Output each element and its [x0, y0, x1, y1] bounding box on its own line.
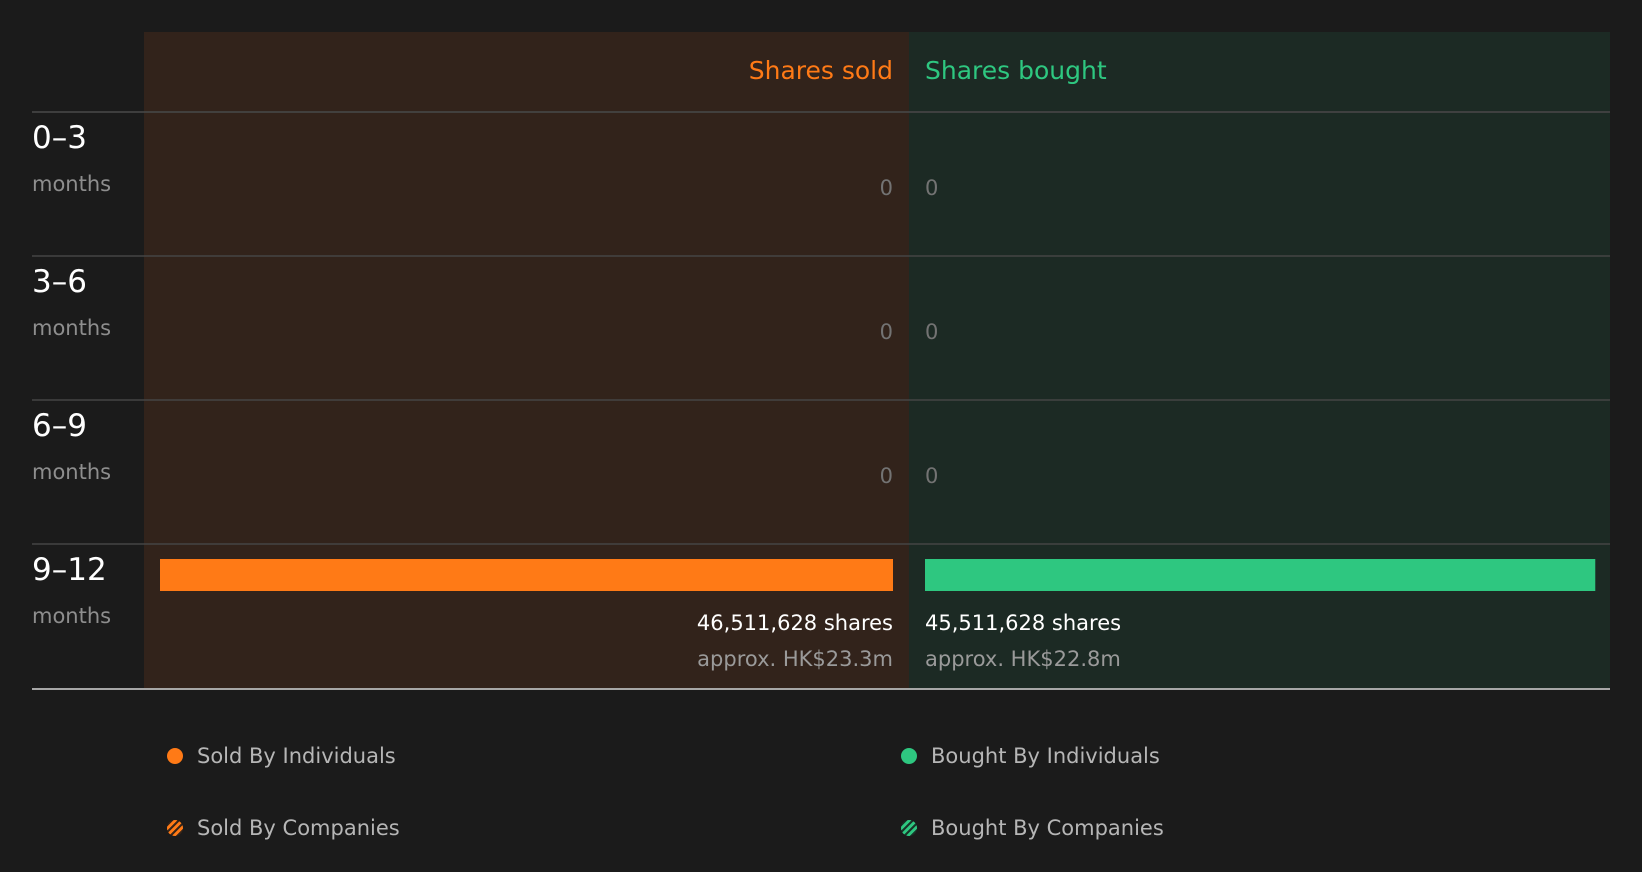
- bought-companies-hatch-icon: [901, 820, 917, 836]
- legend-item-sold-individuals: Sold By Individuals: [167, 741, 396, 771]
- sold-value-label: 46,511,628 shares: [697, 611, 893, 635]
- sold-companies-hatch-icon: [167, 820, 183, 836]
- row-period-label: 0–3: [32, 120, 87, 156]
- sold-bar: [160, 559, 893, 591]
- shares-bought-header: Shares bought: [925, 56, 1107, 85]
- bought-zero-label: 0: [925, 176, 938, 200]
- sold-approx-label: approx. HK$23.3m: [697, 647, 893, 671]
- shares-sold-header: Shares sold: [749, 56, 893, 85]
- bought-individuals-dot-icon: [901, 748, 917, 764]
- legend-item-bought-individuals: Bought By Individuals: [901, 741, 1160, 771]
- row-unit-label: months: [32, 604, 111, 628]
- legend-label: Bought By Individuals: [931, 744, 1160, 768]
- sold-zero-label: 0: [880, 320, 893, 344]
- legend-label: Bought By Companies: [931, 816, 1164, 840]
- legend-item-sold-companies: Sold By Companies: [167, 813, 400, 843]
- row-unit-label: months: [32, 316, 111, 340]
- legend-item-bought-companies: Bought By Companies: [901, 813, 1164, 843]
- sold-zero-label: 0: [880, 464, 893, 488]
- row-period-label: 6–9: [32, 408, 87, 444]
- bought-bar: [925, 559, 1596, 591]
- bought-value-label: 45,511,628 shares: [925, 611, 1121, 635]
- sold-individuals-dot-icon: [167, 748, 183, 764]
- row-unit-label: months: [32, 172, 111, 196]
- bought-zero-label: 0: [925, 464, 938, 488]
- sold-zero-label: 0: [880, 176, 893, 200]
- bought-zero-label: 0: [925, 320, 938, 344]
- bought-approx-label: approx. HK$22.8m: [925, 647, 1121, 671]
- row-unit-label: months: [32, 460, 111, 484]
- row-period-label: 3–6: [32, 264, 87, 300]
- legend-label: Sold By Companies: [197, 816, 400, 840]
- row-period-label: 9–12: [32, 552, 107, 588]
- legend-label: Sold By Individuals: [197, 744, 396, 768]
